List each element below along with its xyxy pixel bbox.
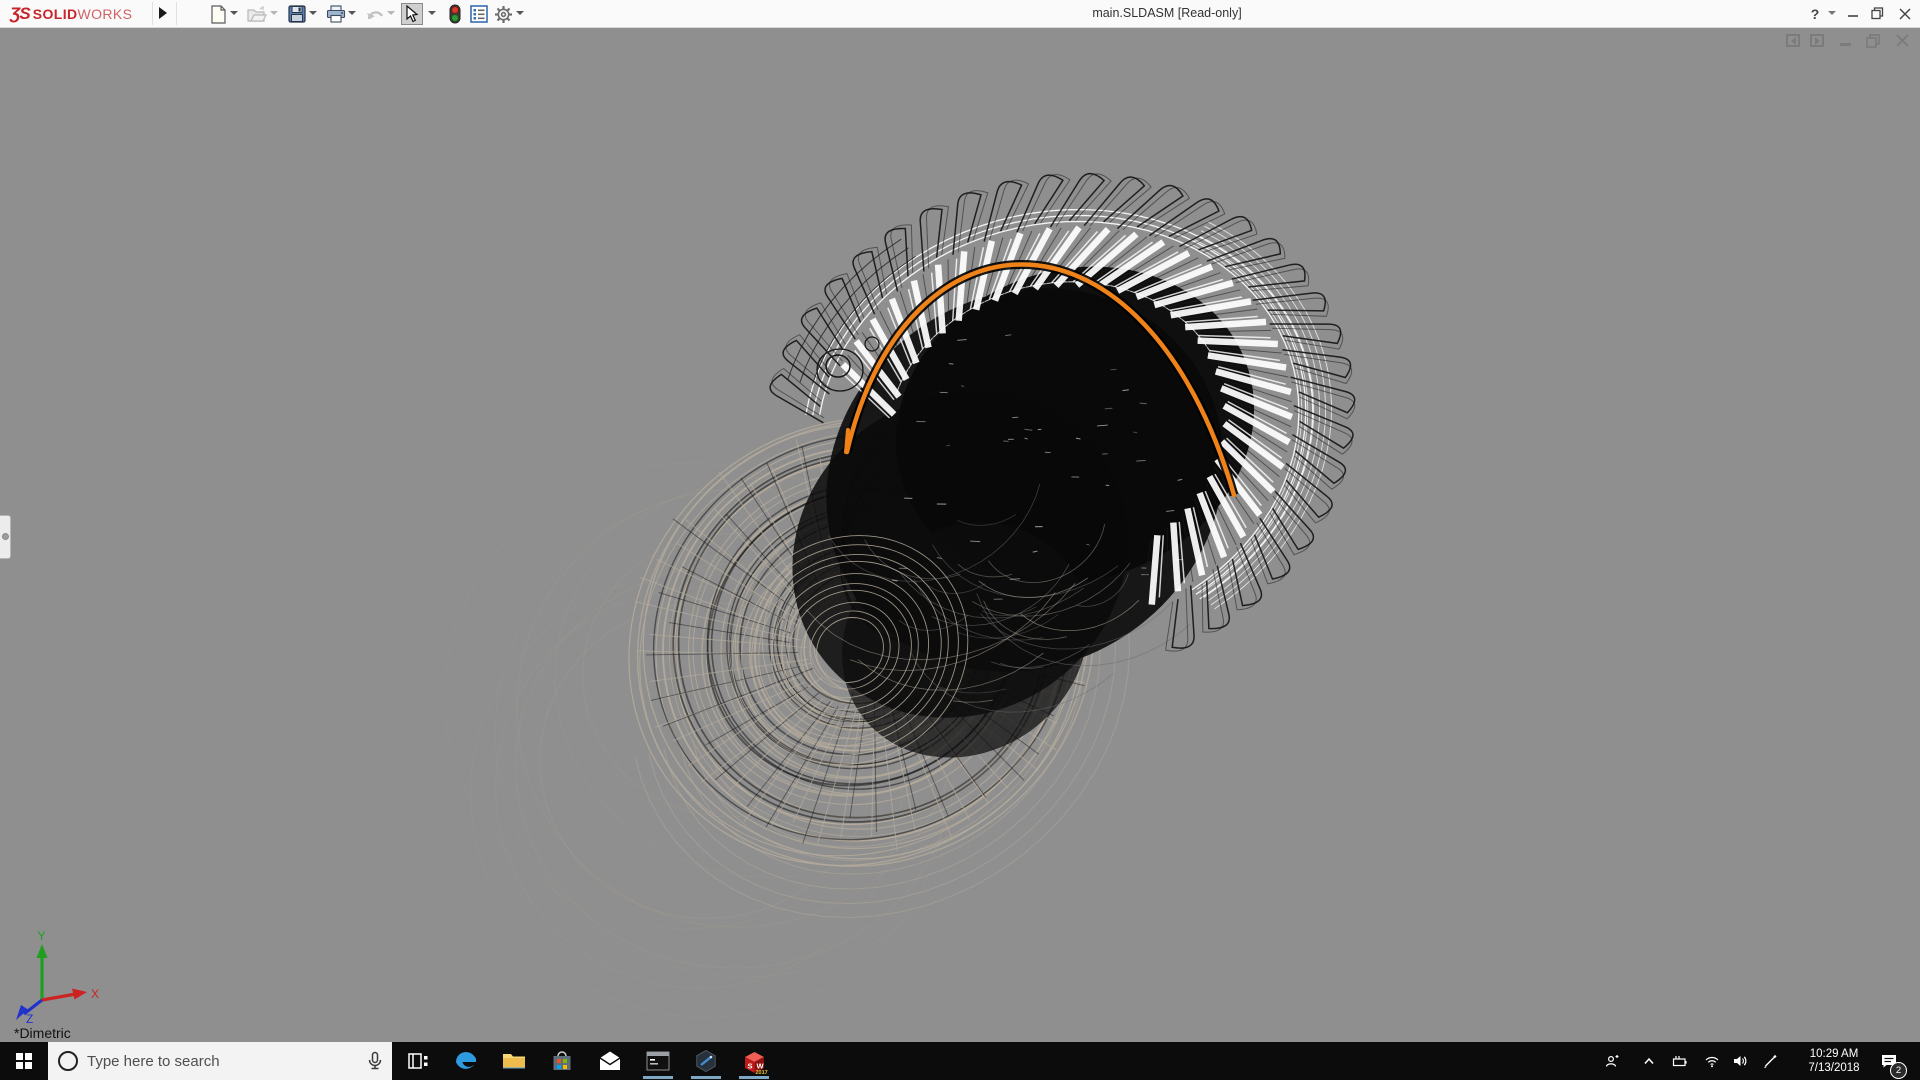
doc-restore-button[interactable]: [1866, 34, 1880, 53]
doc-minimize-button[interactable]: [1840, 43, 1851, 46]
close-button[interactable]: [1897, 0, 1913, 27]
taskbar: Type here to search S W 2017 10:29 AM 7/…: [0, 1042, 1920, 1080]
store-button[interactable]: [538, 1042, 586, 1080]
minimize-button[interactable]: [1845, 0, 1861, 27]
solidworks-logo: ƷS SOLID WORKS: [10, 3, 132, 24]
sw-letter-s: S: [747, 1061, 752, 1070]
options-button[interactable]: [492, 3, 514, 25]
task-view-button[interactable]: [394, 1042, 442, 1080]
command-prompt-button[interactable]: [634, 1042, 682, 1080]
menu-expand-arrow[interactable]: [159, 7, 167, 19]
mail-button[interactable]: [586, 1042, 634, 1080]
volume-icon[interactable]: [1732, 1053, 1748, 1069]
rebuild-button[interactable]: [444, 3, 466, 25]
running-indicator-hexagon: [691, 1076, 721, 1079]
battery-icon[interactable]: [1672, 1053, 1688, 1069]
undo-caret[interactable]: [387, 11, 395, 15]
windows-logo-icon: [16, 1053, 32, 1069]
tray-time: 10:29 AM: [1809, 1048, 1859, 1060]
separator: [176, 2, 177, 25]
hidden-icons-chevron[interactable]: [1641, 1053, 1657, 1069]
taskbar-search-box[interactable]: Type here to search: [48, 1042, 392, 1080]
pen-icon[interactable]: [1762, 1053, 1778, 1069]
sw-year: 2017: [755, 1070, 767, 1075]
options-caret[interactable]: [516, 11, 524, 15]
microphone-icon[interactable]: [368, 1051, 382, 1071]
open-button[interactable]: [246, 3, 268, 25]
collapsed-panel-tab[interactable]: [0, 515, 11, 559]
tray-date: 7/13/2018: [1808, 1062, 1860, 1074]
edge-button[interactable]: [442, 1042, 490, 1080]
select-tool-button[interactable]: [401, 3, 423, 25]
new-document-button[interactable]: [207, 3, 229, 25]
triad-x-label: X: [91, 987, 99, 1001]
engine-model[interactable]: [0, 28, 1920, 1042]
solidworks-logo-works: WORKS: [77, 5, 133, 22]
running-indicator-solidworks: [739, 1076, 769, 1079]
file-properties-button[interactable]: [468, 3, 490, 25]
pane-next-icon[interactable]: [1810, 34, 1824, 47]
orientation-triad: Y X Z: [16, 929, 99, 1024]
save-button[interactable]: [286, 3, 308, 25]
select-tool-caret[interactable]: [428, 11, 436, 15]
solidworks-logo-solid: SOLID: [32, 5, 78, 22]
restore-button[interactable]: [1869, 0, 1885, 27]
separator: [152, 2, 153, 25]
help-button[interactable]: ?: [1806, 0, 1824, 27]
view-orientation-label: *Dimetric: [14, 1025, 71, 1041]
panel-tab-dot: [2, 533, 9, 540]
solidworks-2017-button[interactable]: S W 2017: [730, 1042, 778, 1080]
titlebar: ƷS SOLID WORKS main.SLDASM [Read-only] ?: [0, 0, 1920, 28]
solidworks-logo-mark: ƷS: [10, 3, 31, 23]
start-button[interactable]: [0, 1042, 48, 1080]
help-caret[interactable]: [1828, 11, 1836, 15]
new-document-caret[interactable]: [230, 11, 238, 15]
cortana-icon: [58, 1051, 78, 1071]
triad-y-label: Y: [38, 929, 46, 943]
notification-badge: 2: [1890, 1062, 1907, 1079]
print-button[interactable]: [325, 3, 347, 25]
document-title: main.SLDASM [Read-only]: [1092, 6, 1242, 20]
save-caret[interactable]: [309, 11, 317, 15]
doc-close-button[interactable]: [1896, 34, 1909, 52]
file-explorer-button[interactable]: [490, 1042, 538, 1080]
wifi-icon[interactable]: [1704, 1053, 1720, 1069]
open-caret[interactable]: [270, 11, 278, 15]
print-caret[interactable]: [348, 11, 356, 15]
triad-z-label: Z: [26, 1012, 33, 1024]
hexagon-app-button[interactable]: [682, 1042, 730, 1080]
running-indicator-cmd: [643, 1076, 673, 1079]
pane-previous-icon[interactable]: [1786, 34, 1800, 47]
people-icon[interactable]: [1604, 1053, 1620, 1069]
tray-clock[interactable]: 10:29 AM 7/13/2018: [1796, 1047, 1872, 1075]
undo-button[interactable]: [364, 3, 386, 25]
search-placeholder-text: Type here to search: [87, 1052, 220, 1070]
graphics-area[interactable]: Y X Z *Dimetric: [0, 28, 1920, 1042]
